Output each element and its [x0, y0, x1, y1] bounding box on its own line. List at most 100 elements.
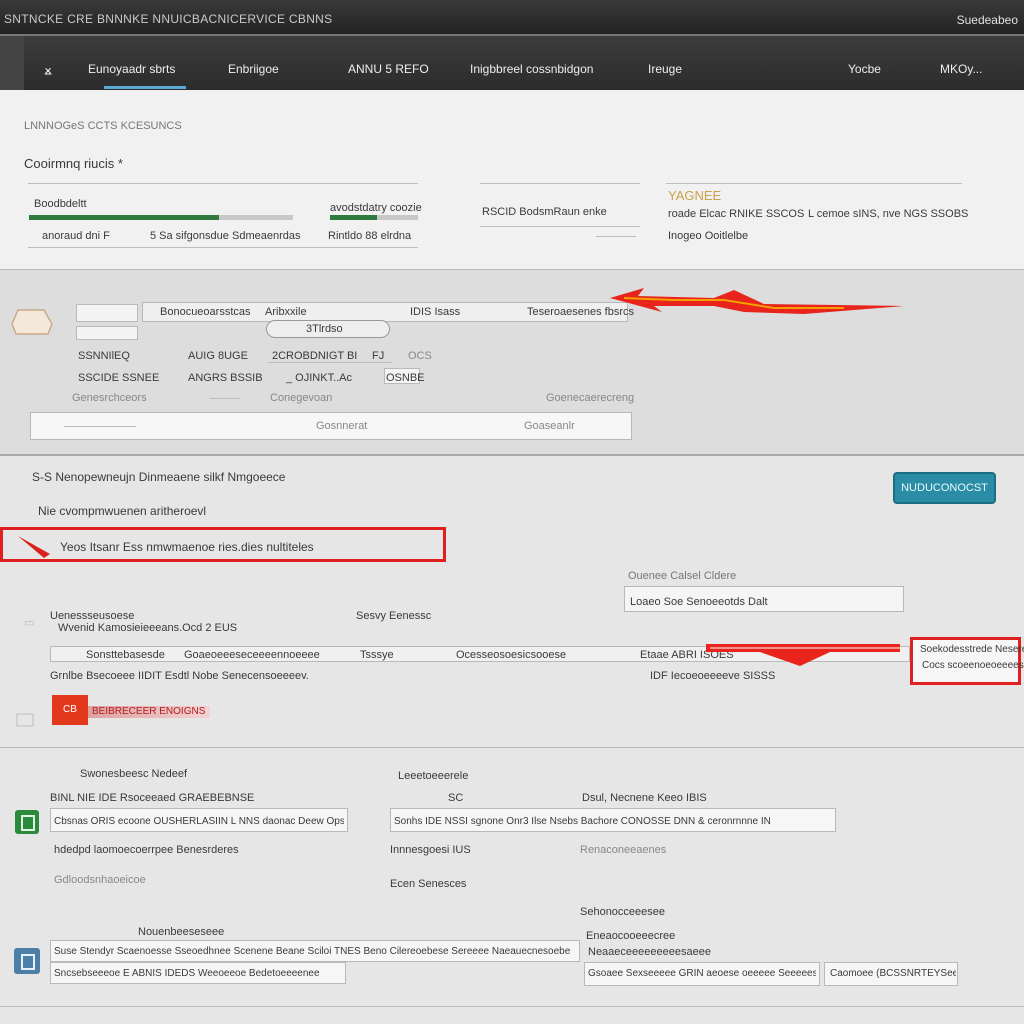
footer-b-text: Innnesgoesi IUS: [390, 844, 471, 856]
footer-b-label: Leeetoeeerele: [398, 770, 469, 782]
footer-e-field-text: Suse Stendyr Scaenoesse Sseoedhnee Scene…: [54, 946, 571, 957]
divider: [64, 426, 136, 427]
footer-c-label: Dsul, Necnene Keeo IBIS: [582, 792, 707, 804]
card2-foot: Rintldo 88 elrdna: [328, 230, 412, 242]
card1-label: Boodbdeltt: [34, 198, 87, 210]
document-icon[interactable]: [14, 948, 40, 974]
card1-foot-mid: 5 Sa sifgonsdue: [150, 230, 229, 242]
row2-c1: SSCIDE SSNEE: [78, 372, 160, 384]
highlight-text: Yeos Itsanr Ess nmwmaenoe ries.dies nult…: [60, 540, 314, 554]
nav-item-6[interactable]: MKOy...: [940, 62, 982, 76]
divider: [0, 1006, 1024, 1007]
primary-action-button[interactable]: NUDUCONOCST: [893, 472, 996, 504]
top-navigation: ⨱ Eunoyaadr sbrts Enbriigoe ANNU 5 REFO …: [0, 36, 1024, 90]
card4-line2: L cemoe sINS, nve NGS SSOBS: [808, 208, 969, 220]
footer-section: Swonesbeesc Nedeef BINL NIE IDE Rsoceeae…: [0, 748, 1024, 1024]
document-icon[interactable]: [15, 810, 39, 834]
divider: [28, 183, 418, 184]
status-pill-label: 3Tlrdso: [306, 323, 343, 335]
right-label-1: Ouenee Calsel Cldere: [628, 570, 737, 582]
row1-c4: FJ: [372, 350, 385, 362]
nav-item-3[interactable]: Inigbbreel cossnbidgon: [470, 62, 593, 76]
table-head-col3[interactable]: IDIS Isass: [410, 306, 460, 318]
footer-e-meta: Neaaeceeeeeeeeesaeee: [588, 946, 711, 958]
folder-icon: [11, 309, 53, 335]
nav-item-2[interactable]: ANNU 5 REFO: [348, 62, 429, 76]
row-cell-2: Tsssye: [360, 649, 394, 661]
card1-progress-track: [29, 215, 293, 220]
detail-subtitle: Nie cvompmwuenen aritheroevl: [38, 504, 207, 518]
filter-box[interactable]: [76, 326, 138, 340]
detail-note: Grnlbe Bsecoeee IIDIT Esdtl Nobe Senecen…: [50, 670, 309, 682]
logo-icon[interactable]: ⨱: [44, 61, 52, 78]
left-label-2: Wvenid Kamosieieeeans.Ocd 2 EUS: [58, 622, 238, 634]
window-titlebar: SNTNCKE CRE BNNNKE NNUICBACNICERVICE CBN…: [0, 0, 1024, 36]
card1-foot-left: anoraud dni F: [42, 230, 110, 242]
card4-line1: roade Elcac RNIKE SSCOS: [668, 208, 805, 220]
row2-c2: ANGRS BSSIB: [188, 372, 263, 384]
row-cell-1: Goaeoeeeseceeeennoeeee: [184, 649, 320, 661]
row4-c1: Gosnnerat: [316, 420, 368, 432]
window-title: SNTNCKE CRE BNNNKE NNUICBACNICERVICE CBN…: [4, 12, 333, 26]
filter-box[interactable]: [76, 304, 138, 322]
row1-c2: AUIG 8UGE: [188, 350, 248, 362]
records-section: Bonocueoarsstcas Aribxxile IDIS Isass Te…: [0, 270, 1024, 456]
divider: [210, 398, 240, 399]
row3-c3: Goenecaerecreng: [546, 392, 635, 404]
divider: [480, 183, 640, 184]
divider: [666, 183, 962, 184]
divider: [268, 362, 392, 363]
window-title-right[interactable]: Suedeabeo: [957, 13, 1018, 27]
attachment-icon: [16, 713, 34, 727]
footer-d-line: Nouenbeeseseee: [138, 926, 225, 938]
footer-a-text: hdedpd laomoecoerrpee Benesrderes: [54, 844, 239, 856]
row1-c5: OCS: [408, 350, 432, 362]
row-cell-3: Ocesseosoesicsooese: [456, 649, 567, 661]
footer-f-mid: Gsoaee Sexseeeee GRIN aeoese oeeeee Seee…: [588, 968, 816, 979]
divider: [28, 247, 418, 248]
card1-foot-right: Sdmeaenrdas: [232, 230, 301, 242]
nav-item-1[interactable]: Enbriigoe: [228, 62, 279, 76]
card4-title: YAGNEE: [668, 188, 722, 203]
nav-active-indicator: [104, 86, 186, 89]
dropdown-option-2[interactable]: Cocs scoeenoeoeeees Neese: [922, 660, 1024, 671]
card1-progress-fill-a: [29, 215, 220, 220]
footer-f-field-text: Sncsebseeeoe E ABNIS IDEDS Weeoeeoe Bede…: [54, 968, 320, 979]
row3-c2: Conegevoan: [270, 392, 333, 404]
card2-label: avodstdatry coozie: [330, 202, 422, 214]
footer-b-field-text: Sonhs IDE NSSI sgnone Onr3 Ilse Nsebs Ba…: [394, 816, 771, 827]
row2-c4: OSNBE: [386, 372, 425, 384]
footer-b-meta: Ecen Senesces: [390, 878, 467, 890]
footer-a-meta: Gdloodsnhaoeicoe: [54, 874, 146, 886]
footer-b-line: SC: [448, 792, 464, 804]
mid-label: Sesvy Eenessc: [356, 610, 432, 622]
row2-c3: _ OJINKT..Ac: [286, 372, 353, 384]
right-label-2: Loaeo Soe Senoeeotds Dalt: [630, 596, 768, 608]
footer-a-line: BINL NIE IDE Rsoceeaed GRAEBEBNSE: [50, 792, 255, 804]
doc-icon: ▭: [24, 617, 35, 629]
nav-item-4[interactable]: Ireuge: [648, 62, 682, 76]
pointer-arrow-icon: [18, 536, 50, 558]
table-head-col2[interactable]: Aribxxile: [265, 306, 307, 318]
nav-item-0[interactable]: Eunoyaadr sbrts: [88, 62, 175, 76]
breadcrumb: LNNNOGeS CCTS KCESUNCS: [24, 120, 182, 132]
card2-progress-fill: [330, 215, 377, 220]
divider: [596, 236, 636, 237]
footer-d-label: Sehonocceeesee: [580, 906, 666, 918]
table-head-col1[interactable]: Bonocueoarsstcas: [160, 306, 251, 318]
dropdown-option-1[interactable]: Soekodesstrede Nesereeo: [920, 644, 1024, 655]
footer-f-right: Caomoee (BCSSNRTEYSee.soe: [830, 968, 956, 979]
summary-section: LNNNOGeS CCTS KCESUNCS Cooirmnq riucis *…: [0, 90, 1024, 270]
detail-title: S-S Nenopewneujn Dinmeaene silkf Nmgoeec…: [32, 470, 286, 484]
card4-line3: Inogeo Ooitlelbe: [668, 230, 749, 242]
annotation-arrow-icon: [706, 644, 900, 666]
alert-badge[interactable]: CB: [52, 695, 88, 725]
annotation-arrow-icon: [610, 288, 904, 314]
card2-progress-track: [330, 215, 418, 220]
nav-item-5[interactable]: Yocbe: [848, 62, 881, 76]
row-cell-0: Sonsttebasesde: [86, 649, 165, 661]
row1-c3: 2CROBDNIGT BI: [272, 350, 358, 362]
left-label-1: Uenessseusoese: [50, 610, 135, 622]
summary-heading: Cooirmnq riucis *: [24, 156, 123, 171]
row4-c2: Goaseanlr: [524, 420, 575, 432]
